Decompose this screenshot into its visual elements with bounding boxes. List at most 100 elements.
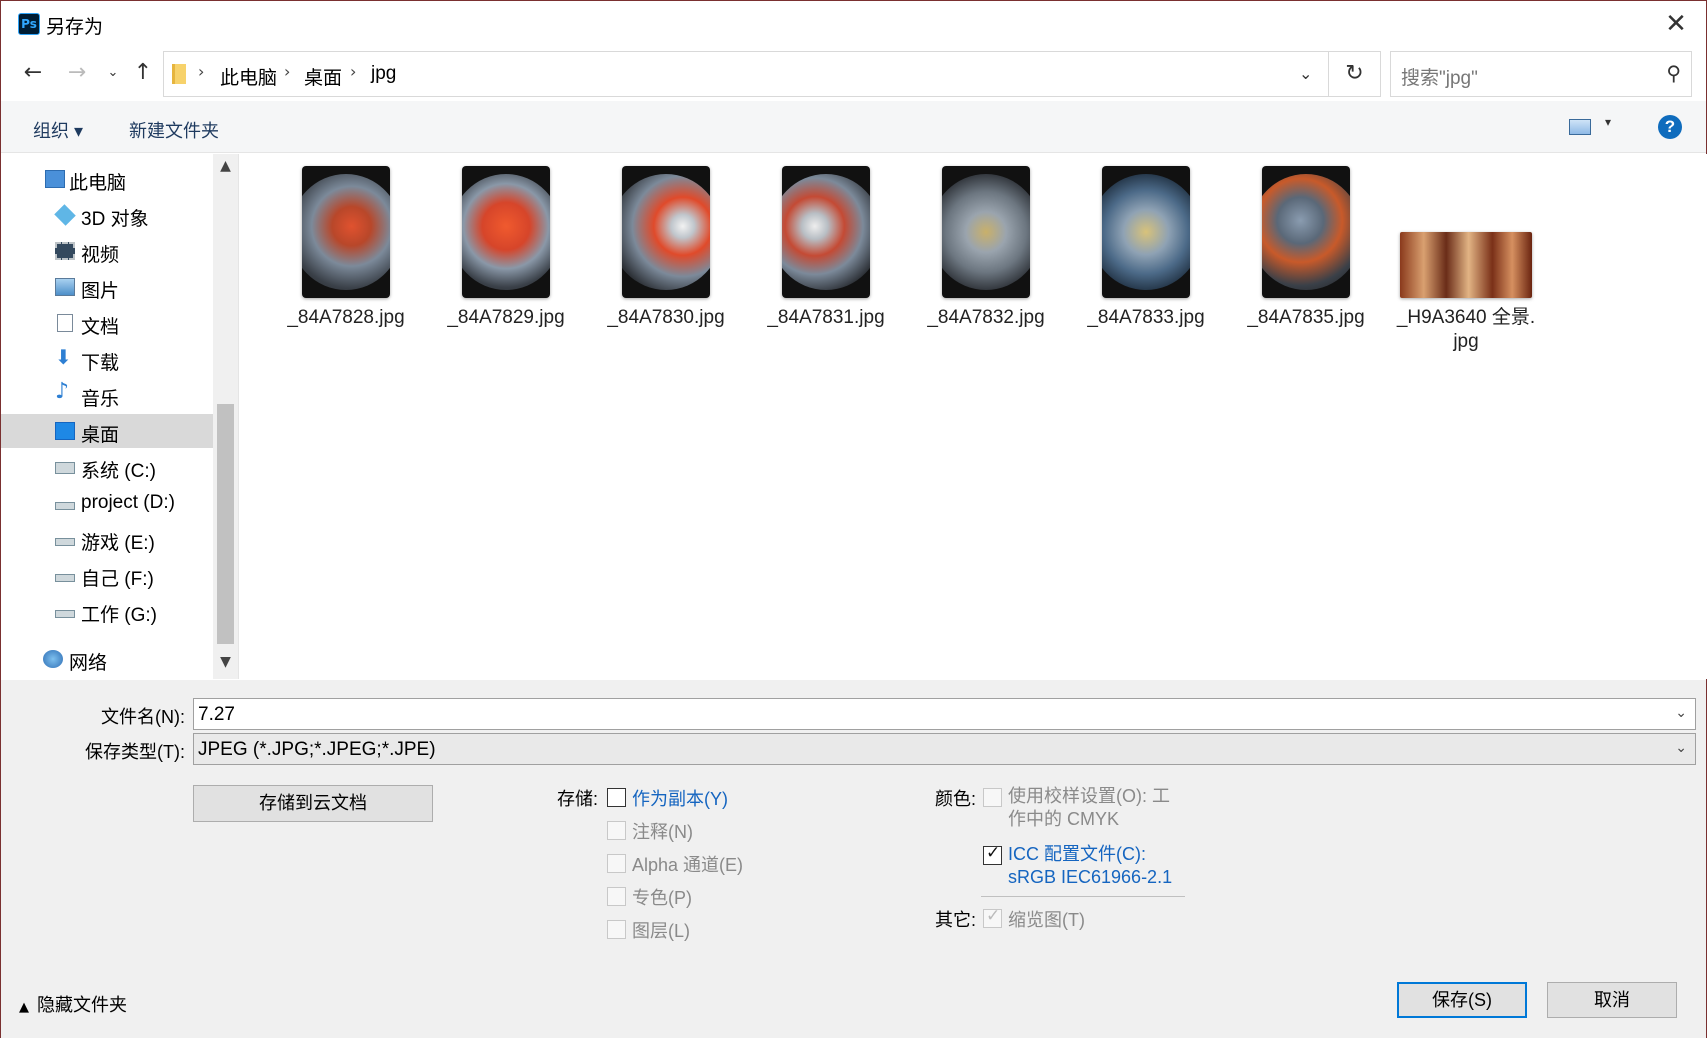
file-item[interactable]: _84A7828.jpg (271, 166, 421, 330)
sidebar-item-label: 文档 (81, 317, 120, 338)
scrollbar-thumb[interactable] (217, 404, 234, 644)
sidebar-item-desktop[interactable]: 桌面 (1, 414, 213, 448)
as-copy-checkbox[interactable] (607, 788, 626, 807)
file-item[interactable]: _84A7830.jpg (591, 166, 741, 330)
filename-label: 文件名(N): (101, 707, 185, 727)
save-label: 存储: (557, 789, 599, 809)
filename-value: 7.27 (198, 704, 235, 725)
chevron-down-icon[interactable]: ⌄ (1675, 705, 1687, 721)
file-item[interactable]: _84A7833.jpg (1071, 166, 1221, 330)
chevron-right-icon[interactable]: › (284, 62, 290, 81)
new-folder-button[interactable]: 新建文件夹 (129, 117, 219, 143)
navigation-pane: 此电脑 3D 对象 视频 图片 文档 ⬇ 下载 ♪ 音乐 桌面 系统 (C:) … (1, 154, 239, 679)
view-options-caret-icon[interactable]: ▾ (1605, 115, 1611, 129)
drive-icon (55, 610, 75, 618)
sidebar-item-drive-e[interactable]: 游戏 (E:) (1, 522, 213, 556)
photoshop-logo-icon: Ps (18, 13, 40, 35)
filename-field[interactable]: 7.27 ⌄ (193, 698, 1696, 730)
sidebar-item-pictures[interactable]: 图片 (1, 270, 213, 304)
sidebar-item-label: 工作 (G:) (81, 605, 157, 626)
sidebar-item-videos[interactable]: 视频 (1, 234, 213, 268)
sidebar-item-3d-objects[interactable]: 3D 对象 (1, 198, 213, 232)
hide-folders-label: 隐藏文件夹 (37, 995, 127, 1015)
sidebar-item-network[interactable]: 网络 (1, 642, 213, 676)
file-item[interactable]: _84A7829.jpg (431, 166, 581, 330)
checkmark-icon: ✓ (986, 906, 1001, 926)
refresh-button[interactable]: ↻ (1329, 51, 1381, 97)
view-options-icon[interactable] (1569, 119, 1591, 135)
video-icon (55, 242, 75, 260)
file-item[interactable]: _84A7832.jpg (911, 166, 1061, 330)
sidebar-item-label: project (D:) (81, 492, 175, 513)
window-title: 另存为 (46, 17, 104, 38)
sidebar-item-drive-g[interactable]: 工作 (G:) (1, 594, 213, 628)
hide-folders-toggle[interactable]: ▲ 隐藏文件夹 (19, 991, 127, 1017)
file-item[interactable]: _84A7831.jpg (751, 166, 901, 330)
recent-locations-chevron-icon[interactable]: ⌄ (99, 59, 127, 87)
search-icon[interactable]: ⚲ (1666, 61, 1681, 85)
back-arrow-icon[interactable]: ← (19, 59, 47, 87)
breadcrumb-desktop[interactable]: 桌面 (304, 63, 342, 90)
sidebar-item-label: 此电脑 (69, 173, 127, 194)
use-proof-setup-checkbox (983, 788, 1002, 807)
file-thumbnail (1102, 166, 1190, 298)
save-as-dialog: Ps 另存为 ✕ ← → ⌄ ↑ › 此电脑 › 桌面 › jpg ⌄ ↻ 搜索… (0, 0, 1707, 1038)
document-icon (57, 314, 73, 332)
file-item[interactable]: _H9A3640 全景. jpg (1391, 166, 1541, 354)
sidebar-item-drive-f[interactable]: 自己 (F:) (1, 558, 213, 592)
annotations-checkbox (607, 821, 626, 840)
filetype-value: JPEG (*.JPG;*.JPEG;*.JPE) (198, 739, 436, 760)
sidebar-item-this-pc[interactable]: 此电脑 (1, 162, 213, 196)
sidebar-item-drive-d[interactable]: project (D:) (1, 486, 213, 520)
icc-profile-label[interactable]: ICC 配置文件(C): sRGB IEC61966-2.1 (1008, 843, 1172, 889)
icc-profile-checkbox[interactable]: ✓ (983, 843, 1002, 865)
sidebar-item-downloads[interactable]: ⬇ 下载 (1, 342, 213, 376)
music-icon: ♪ (55, 379, 70, 404)
sidebar-item-label: 自己 (F:) (81, 569, 154, 590)
chevron-right-icon[interactable]: › (350, 62, 356, 81)
scroll-down-icon[interactable]: ▼ (213, 654, 238, 670)
drive-icon (55, 502, 75, 510)
address-bar[interactable]: › 此电脑 › 桌面 › jpg ⌄ (163, 51, 1329, 97)
file-name: _84A7830.jpg (607, 307, 725, 328)
file-thumbnail (622, 166, 710, 298)
breadcrumb-jpg[interactable]: jpg (371, 63, 396, 85)
alpha-channel-checkbox (607, 854, 626, 873)
breadcrumb-this-pc[interactable]: 此电脑 (220, 63, 277, 90)
close-button[interactable]: ✕ (1656, 7, 1696, 41)
file-name: _84A7832.jpg (927, 307, 1045, 328)
file-list: _84A7828.jpg _84A7829.jpg _84A7830.jpg _… (240, 154, 1707, 679)
layers-checkbox (607, 920, 626, 939)
file-name: _84A7835.jpg (1247, 307, 1365, 328)
filetype-select[interactable]: JPEG (*.JPG;*.JPEG;*.JPE) ⌄ (193, 733, 1696, 765)
up-arrow-icon[interactable]: ↑ (129, 59, 157, 87)
layers-label: 图层(L) (632, 921, 690, 941)
chevron-up-icon: ▲ (19, 1000, 29, 1015)
forward-arrow-icon[interactable]: → (63, 59, 91, 87)
save-to-cloud-button[interactable]: 存储到云文档 (193, 785, 433, 822)
cancel-button[interactable]: 取消 (1547, 982, 1677, 1018)
sidebar-item-label: 视频 (81, 245, 120, 266)
chevron-right-icon[interactable]: › (198, 62, 204, 81)
scroll-up-icon[interactable]: ▲ (213, 158, 238, 174)
file-item[interactable]: _84A7835.jpg (1231, 166, 1381, 330)
as-copy-label[interactable]: 作为副本(Y) (632, 785, 728, 811)
sidebar-item-label: 下载 (81, 353, 120, 374)
separator-line (981, 896, 1185, 897)
help-icon[interactable]: ? (1658, 115, 1682, 139)
search-input[interactable]: 搜索"jpg" ⚲ (1390, 51, 1692, 97)
file-thumbnail (782, 166, 870, 298)
sidebar-scrollbar[interactable]: ▲ ▼ (213, 154, 238, 679)
sidebar-item-music[interactable]: ♪ 音乐 (1, 378, 213, 412)
sidebar-item-documents[interactable]: 文档 (1, 306, 213, 340)
organize-menu-button[interactable]: 组织 ▾ (33, 117, 83, 143)
picture-icon (55, 278, 75, 296)
sidebar-item-drive-c[interactable]: 系统 (C:) (1, 450, 213, 484)
thumbnail-checkbox: ✓ (983, 906, 1002, 928)
sidebar-item-label: 图片 (81, 281, 120, 302)
sidebar-item-label: 桌面 (81, 425, 120, 446)
file-thumbnail (1262, 166, 1350, 298)
save-button[interactable]: 保存(S) (1397, 982, 1527, 1018)
address-history-chevron-icon[interactable]: ⌄ (1299, 64, 1312, 83)
chevron-down-icon[interactable]: ⌄ (1675, 740, 1687, 756)
